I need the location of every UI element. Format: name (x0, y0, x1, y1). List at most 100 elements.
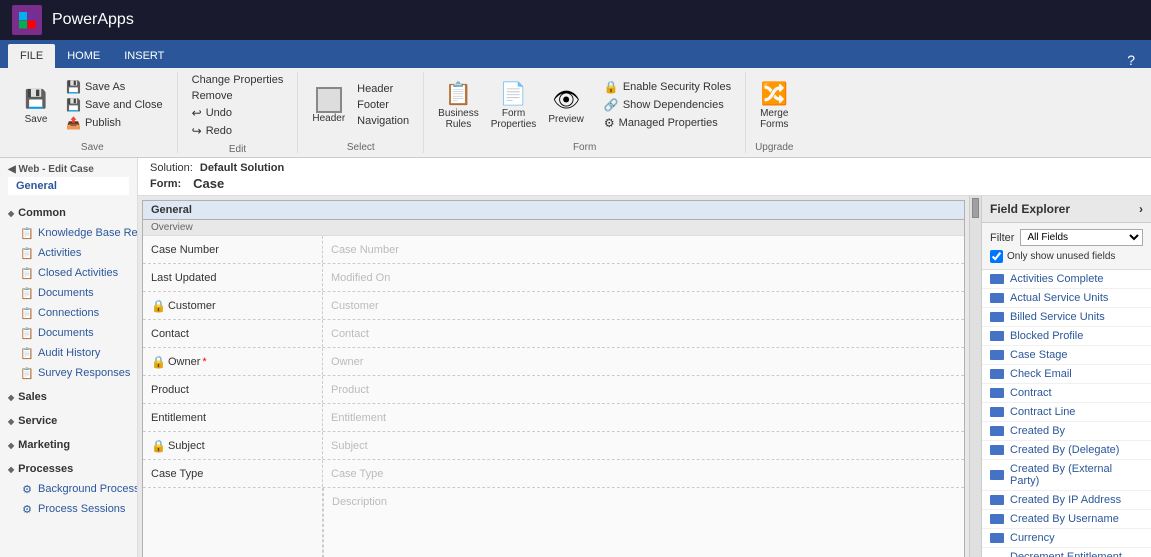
form-group-label: Form (573, 138, 596, 153)
field-list-item[interactable]: Activities Complete (982, 270, 1151, 289)
navigation-label: Navigation (357, 115, 409, 127)
last-updated-label: Last Updated (143, 264, 323, 291)
field-item-icon (990, 274, 1004, 284)
sidebar-section-common-title: Common (0, 203, 137, 223)
sidebar-item-connections[interactable]: 📋 Connections (0, 303, 137, 323)
ribbon-group-select: Header Header Footer Navigation Select (298, 72, 424, 153)
form-row-last-updated: Last Updated Modified On (143, 264, 964, 292)
header-button[interactable]: Header (351, 81, 415, 97)
field-list-item[interactable]: Billed Service Units (982, 308, 1151, 327)
subject-required-icon: 🔒 (151, 439, 166, 453)
process-sessions-icon: ⚙ (20, 502, 34, 516)
change-properties-button[interactable]: Change Properties (186, 72, 290, 88)
customer-label: 🔒 Customer (143, 292, 323, 319)
select-buttons: Header Header Footer Navigation (306, 72, 415, 138)
remove-button[interactable]: Remove (186, 88, 290, 104)
form-properties-button[interactable]: 📄 FormProperties (485, 76, 543, 134)
sidebar-item-closed-activities[interactable]: 📋 Closed Activities (0, 263, 137, 283)
case-number-field[interactable]: Case Number (323, 236, 964, 263)
sidebar-item-process-sessions[interactable]: ⚙ Process Sessions (0, 499, 137, 519)
field-list-item[interactable]: Case Stage (982, 346, 1151, 365)
redo-label: Redo (206, 125, 232, 137)
field-list-item[interactable]: Created By (External Party) (982, 460, 1151, 491)
field-explorer-toggle[interactable]: › (1139, 202, 1143, 216)
audit-history-icon: 📋 (20, 346, 34, 360)
form-properties-label: FormProperties (491, 108, 537, 130)
form-row-contact: Contact Contact (143, 320, 964, 348)
customer-required-icon: 🔒 (151, 299, 166, 313)
field-list-item[interactable]: Decrement Entitlement Terms (982, 548, 1151, 557)
subject-field[interactable]: Subject (323, 432, 964, 459)
tab-home[interactable]: HOME (55, 44, 112, 68)
form-scrollbar[interactable] (969, 196, 981, 557)
filter-label: Filter (990, 232, 1014, 244)
unused-fields-checkbox[interactable] (990, 250, 1003, 263)
publish-button[interactable]: 📤 Publish (60, 114, 169, 132)
help-icon[interactable]: ? (1119, 52, 1143, 68)
field-list-item[interactable]: Created By (982, 422, 1151, 441)
tab-insert[interactable]: INSERT (112, 44, 176, 68)
field-list-item[interactable]: Blocked Profile (982, 327, 1151, 346)
redo-button[interactable]: ↪ Redo (186, 122, 290, 140)
case-number-label: Case Number (143, 236, 323, 263)
description-area[interactable]: Description (323, 488, 964, 557)
form-section-general: General Overview Case Number Case Number (142, 200, 965, 557)
undo-button[interactable]: ↩ Undo (186, 104, 290, 122)
field-list-item[interactable]: Actual Service Units (982, 289, 1151, 308)
form-row-owner: 🔒 Owner * Owner (143, 348, 964, 376)
field-list-item[interactable]: Check Email (982, 365, 1151, 384)
sidebar-item-general[interactable]: General (8, 177, 129, 195)
sidebar: ◀ Web - Edit Case General Common 📋 Knowl… (0, 158, 138, 557)
preview-label: Preview (548, 114, 584, 125)
tab-file[interactable]: FILE (8, 44, 55, 68)
body-button[interactable]: Header (306, 83, 351, 128)
sidebar-item-documents1[interactable]: 📋 Documents (0, 283, 137, 303)
save-as-button[interactable]: 💾 Save As (60, 78, 169, 96)
field-list-item[interactable]: Contract (982, 384, 1151, 403)
field-list-item[interactable]: Currency (982, 529, 1151, 548)
connections-icon: 📋 (20, 306, 34, 320)
enable-security-icon: 🔒 (604, 80, 619, 94)
sidebar-item-survey-responses[interactable]: 📋 Survey Responses (0, 363, 137, 383)
field-list-item[interactable]: Created By IP Address (982, 491, 1151, 510)
business-rules-button[interactable]: 📋 BusinessRules (432, 76, 485, 134)
filter-select[interactable]: All Fields (1020, 229, 1143, 246)
entitlement-field[interactable]: Entitlement (323, 404, 964, 431)
customer-field[interactable]: Customer (323, 292, 964, 319)
footer-button[interactable]: Footer (351, 97, 415, 113)
field-item-icon (990, 445, 1004, 455)
product-field[interactable]: Product (323, 376, 964, 403)
form-section-general-header[interactable]: General (143, 201, 964, 220)
upgrade-inner: 🔀 MergeForms (754, 72, 794, 138)
sidebar-section-sales-title: Sales (0, 387, 137, 407)
owner-field[interactable]: Owner (323, 348, 964, 375)
preview-button[interactable]: 👁 Preview (542, 82, 590, 129)
contact-field[interactable]: Contact (323, 320, 964, 347)
undo-label: Undo (206, 107, 232, 119)
sidebar-item-documents2[interactable]: 📋 Documents (0, 323, 137, 343)
save-icon: 💾 (22, 86, 50, 114)
enable-security-label: Enable Security Roles (623, 81, 731, 93)
save-close-button[interactable]: 💾 Save and Close (60, 96, 169, 114)
sidebar-item-bg-processes[interactable]: ⚙ Background Processes (0, 479, 137, 499)
form-row-description-area: Description (143, 488, 964, 557)
merge-forms-button[interactable]: 🔀 MergeForms (754, 76, 794, 134)
managed-properties-button[interactable]: ⚙ Managed Properties (598, 114, 737, 132)
case-type-field[interactable]: Case Type (323, 460, 964, 487)
sidebar-item-activities[interactable]: 📋 Activities (0, 243, 137, 263)
scrollbar-thumb[interactable] (972, 198, 979, 218)
last-updated-field[interactable]: Modified On (323, 264, 964, 291)
field-item-icon (990, 533, 1004, 543)
preview-icon: 👁 (552, 86, 580, 114)
save-button[interactable]: 💾 Save (16, 82, 56, 129)
unused-fields-label: Only show unused fields (1007, 251, 1115, 262)
enable-security-button[interactable]: 🔒 Enable Security Roles (598, 78, 737, 96)
form-row-customer: 🔒 Customer Customer (143, 292, 964, 320)
sidebar-item-audit-history[interactable]: 📋 Audit History (0, 343, 137, 363)
field-list-item[interactable]: Created By Username (982, 510, 1151, 529)
field-list-item[interactable]: Created By (Delegate) (982, 441, 1151, 460)
field-list-item[interactable]: Contract Line (982, 403, 1151, 422)
sidebar-item-kb[interactable]: 📋 Knowledge Base Reco... (0, 223, 137, 243)
show-dependencies-button[interactable]: 🔗 Show Dependencies (598, 96, 737, 114)
navigation-button[interactable]: Navigation (351, 113, 415, 129)
